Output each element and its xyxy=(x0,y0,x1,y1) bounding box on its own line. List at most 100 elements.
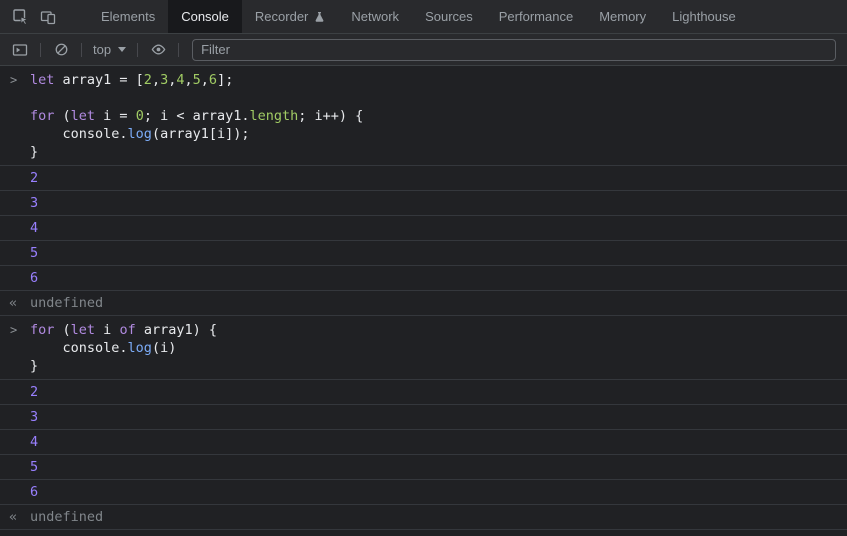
result-value: 3 xyxy=(30,409,39,425)
inspect-element-button[interactable] xyxy=(6,0,34,33)
toolbar-divider xyxy=(81,42,82,57)
console-logged-value: 2 xyxy=(0,380,847,405)
code-token: 4 xyxy=(176,72,185,88)
tab-memory[interactable]: Memory xyxy=(586,0,659,33)
return-arrow-icon: « xyxy=(9,295,18,311)
console-sidebar-toggle-button[interactable] xyxy=(5,42,35,58)
code-line: console.log(i) xyxy=(30,339,839,357)
tab-network[interactable]: Network xyxy=(338,0,412,33)
toolbar-divider xyxy=(137,42,139,57)
tab-label: Sources xyxy=(425,9,473,24)
console-messages[interactable]: > let array1 = [2,3,4,5,6]; for (let i = … xyxy=(0,66,847,536)
console-logged-value: 6 xyxy=(0,266,847,291)
toolbar-divider xyxy=(178,42,180,57)
code-token: ; i++) { xyxy=(298,108,364,124)
clear-console-icon xyxy=(55,43,67,56)
console-sidebar-icon xyxy=(12,43,28,56)
recorder-flask-icon xyxy=(315,11,324,22)
result-value: 4 xyxy=(30,434,39,450)
device-toolbar-icon xyxy=(40,10,56,24)
code-line: let array1 = [2,3,4,5,6]; xyxy=(30,71,839,89)
return-value-text: undefined xyxy=(30,509,104,525)
console-input-echo: > let array1 = [2,3,4,5,6]; for (let i = … xyxy=(0,66,847,166)
toolbar-divider xyxy=(40,42,41,57)
tab-label: Performance xyxy=(498,9,574,24)
tab-label: Network xyxy=(351,9,400,24)
tab-lighthouse[interactable]: Lighthouse xyxy=(659,0,749,33)
result-value: 4 xyxy=(30,220,39,236)
code-token: ( xyxy=(54,108,71,124)
console-logged-value: 5 xyxy=(0,241,847,266)
code-line: console.log(array1[i]); xyxy=(30,125,839,143)
tab-label: Console xyxy=(181,9,229,24)
result-value: 6 xyxy=(30,484,39,500)
filter-input[interactable] xyxy=(192,38,836,61)
code-line: } xyxy=(30,357,839,375)
tab-label: Lighthouse xyxy=(672,9,736,24)
javascript-context-selector[interactable]: top xyxy=(87,42,132,57)
result-value: 5 xyxy=(30,245,39,261)
result-value: 2 xyxy=(30,384,39,400)
devtools-window: Elements Console Recorder Network Sources Per… xyxy=(0,0,847,536)
code-token: console. xyxy=(30,126,128,142)
result-value: 2 xyxy=(30,170,39,186)
tab-recorder[interactable]: Recorder xyxy=(242,0,338,33)
console-return-value: « undefined xyxy=(0,505,847,530)
eye-icon xyxy=(151,44,165,55)
tab-console[interactable]: Console xyxy=(168,0,242,33)
live-expression-button[interactable] xyxy=(143,41,173,58)
code-token: 5 xyxy=(192,72,201,88)
devtools-tab-bar: Elements Console Recorder Network Sources Per… xyxy=(0,0,847,34)
tab-sources[interactable]: Sources xyxy=(412,0,486,33)
return-arrow-icon: « xyxy=(9,509,18,525)
code-token: 2 xyxy=(143,72,152,88)
code-line: for (let i = 0; i < array1.length; i++) … xyxy=(30,107,839,125)
console-logged-value: 2 xyxy=(0,166,847,191)
tab-label: Recorder xyxy=(254,9,309,24)
console-return-value: « undefined xyxy=(0,291,847,316)
code-token: log xyxy=(127,126,152,142)
code-token: ; i < array1. xyxy=(143,108,250,124)
return-value-text: undefined xyxy=(30,295,104,311)
device-toolbar-button[interactable] xyxy=(34,0,62,33)
code-token: , xyxy=(200,72,209,88)
code-token: log xyxy=(127,340,152,356)
tab-label: Memory xyxy=(599,9,647,24)
code-token: (i) xyxy=(151,340,177,356)
code-token: array1 = [ xyxy=(54,72,144,88)
code-token: , xyxy=(151,72,161,88)
tab-strip: Elements Console Recorder Network Sources Per… xyxy=(88,0,749,33)
code-token: 3 xyxy=(160,72,169,88)
result-value: 3 xyxy=(30,195,39,211)
console-logged-value: 4 xyxy=(0,216,847,241)
code-token: i = xyxy=(95,108,136,124)
code-token: 6 xyxy=(208,72,218,88)
clear-console-button[interactable] xyxy=(46,42,76,57)
code-token: i xyxy=(95,322,120,338)
console-logged-value: 3 xyxy=(0,405,847,430)
console-logged-value: 5 xyxy=(0,455,847,480)
code-token: (array1[i]); xyxy=(151,126,250,142)
tab-performance[interactable]: Performance xyxy=(486,0,586,33)
code-token: ]; xyxy=(217,72,234,88)
result-value: 6 xyxy=(30,270,39,286)
console-logged-value: 4 xyxy=(0,430,847,455)
chevron-down-icon xyxy=(118,47,127,52)
code-token: let xyxy=(70,108,96,124)
console-input-echo: > for (let i of array1) { console.log(i)} xyxy=(0,316,847,380)
code-token: } xyxy=(30,358,39,374)
tab-label: Elements xyxy=(101,9,156,24)
code-token: ( xyxy=(54,322,71,338)
code-token: let xyxy=(70,322,96,338)
inspect-cursor-icon xyxy=(12,9,29,25)
code-token: , xyxy=(184,72,193,88)
console-logged-value: 6 xyxy=(0,480,847,505)
code-token: for xyxy=(30,322,55,338)
context-label: top xyxy=(93,42,112,57)
code-token: for xyxy=(30,108,55,124)
result-value: 5 xyxy=(30,459,39,475)
tab-elements[interactable]: Elements xyxy=(88,0,168,33)
input-chevron-icon: > xyxy=(10,323,18,337)
code-token: console. xyxy=(30,340,128,356)
